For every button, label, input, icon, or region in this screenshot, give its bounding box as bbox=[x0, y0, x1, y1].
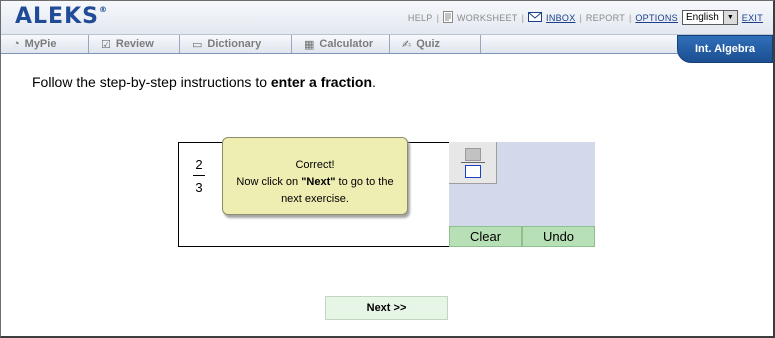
fraction-template-button[interactable] bbox=[449, 142, 497, 184]
undo-button[interactable]: Undo bbox=[522, 226, 595, 247]
tab-calculator[interactable]: ▦ Calculator bbox=[292, 35, 390, 53]
popup-line-3: next exercise. bbox=[281, 193, 349, 205]
book-icon: ▭ bbox=[192, 38, 203, 51]
denominator[interactable]: 3 bbox=[193, 180, 205, 195]
worksheet-icon[interactable] bbox=[442, 10, 453, 25]
quiz-icon: ✍ bbox=[402, 38, 412, 51]
instruction-text: Follow the step-by-step instructions to … bbox=[32, 74, 376, 90]
aleks-logo: ALEKS® bbox=[15, 4, 108, 29]
clear-button[interactable]: Clear bbox=[449, 226, 522, 247]
nav-tabs: ◔ MyPie ☑ Review ▭ Dictionary ▦ Calculat… bbox=[1, 35, 773, 54]
checkbox-icon: ☑ bbox=[101, 38, 111, 51]
options-link[interactable]: OPTIONS bbox=[635, 13, 678, 23]
exit-link[interactable]: EXIT bbox=[742, 13, 763, 23]
fraction-bar-icon bbox=[461, 162, 485, 163]
tab-review[interactable]: ☑ Review bbox=[89, 35, 180, 53]
envelope-icon[interactable] bbox=[528, 11, 543, 24]
tab-label: Dictionary bbox=[207, 38, 262, 50]
inbox-link[interactable]: INBOX bbox=[546, 13, 576, 23]
numerator-box-icon bbox=[465, 148, 481, 161]
math-keypad: Clear Undo bbox=[449, 142, 595, 247]
course-tab[interactable]: Int. Algebra bbox=[677, 35, 773, 63]
fraction-answer[interactable]: 2 3 bbox=[193, 157, 205, 195]
popup-line-1: Correct! bbox=[295, 159, 335, 171]
feedback-popup: Correct! Now click on "Next" to go to th… bbox=[222, 137, 408, 215]
fraction-bar bbox=[193, 175, 205, 176]
denominator-box-icon bbox=[465, 165, 481, 178]
numerator[interactable]: 2 bbox=[193, 157, 205, 172]
top-links: HELP | WORKSHEET | INBOX | REPORT | OPTI… bbox=[408, 10, 763, 25]
separator: | bbox=[436, 12, 439, 23]
tab-label: Review bbox=[115, 38, 154, 50]
top-header: ALEKS® HELP | WORKSHEET | INBOX | REPORT… bbox=[1, 1, 773, 35]
tab-mypie[interactable]: ◔ MyPie bbox=[1, 35, 89, 53]
popup-line-2: Now click on "Next" to go to the bbox=[236, 176, 394, 188]
next-button[interactable]: Next >> bbox=[325, 296, 448, 320]
language-value: English bbox=[685, 12, 719, 23]
separator: | bbox=[521, 12, 525, 23]
tab-label: MyPie bbox=[24, 38, 57, 50]
separator: | bbox=[629, 12, 632, 23]
calculator-icon: ▦ bbox=[304, 38, 315, 51]
report-link[interactable]: REPORT bbox=[586, 13, 625, 23]
pie-icon: ◔ bbox=[13, 38, 20, 50]
tab-dictionary[interactable]: ▭ Dictionary bbox=[180, 35, 292, 53]
worksheet-link[interactable]: WORKSHEET bbox=[457, 13, 518, 23]
separator: | bbox=[579, 12, 582, 23]
help-link[interactable]: HELP bbox=[408, 13, 433, 23]
tab-label: Calculator bbox=[319, 38, 374, 50]
chevron-down-icon[interactable]: ▼ bbox=[722, 11, 737, 24]
language-select[interactable]: English ▼ bbox=[681, 10, 738, 25]
tab-label: Quiz bbox=[416, 38, 441, 50]
tab-quiz[interactable]: ✍ Quiz bbox=[390, 35, 481, 53]
